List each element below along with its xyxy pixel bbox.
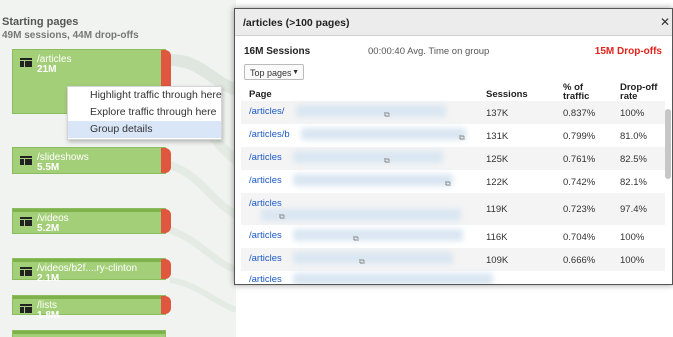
col-dropoff: Drop-off rate — [620, 82, 658, 102]
menu-highlight-traffic[interactable]: Highlight traffic through here — [68, 87, 222, 104]
select-value: Top pages — [250, 68, 292, 78]
table-row[interactable]: /articles ⧉ 125K 0.761% 82.5% — [241, 147, 665, 170]
node-videos-clinton[interactable]: /videos/b2f....ry-clinton 2.1M — [12, 258, 171, 284]
table-row[interactable]: /articles ⧉ 116K 0.704% 100% — [241, 225, 665, 248]
table-row[interactable]: /articles ⧉ 109K 0.666% 100% — [241, 248, 665, 271]
external-link-icon[interactable]: ⧉ — [359, 257, 365, 267]
group-details-dialog: /articles (>100 pages) ✕ 16M Sessions 00… — [234, 8, 673, 285]
node-count: 21M — [37, 64, 57, 75]
page-link[interactable]: /articles — [249, 274, 282, 284]
table-row[interactable]: /articles ⧉ 119K 0.723% 97.4% — [241, 193, 665, 225]
col-traffic: % of traffic — [563, 82, 590, 102]
chevron-down-icon: ▼ — [292, 69, 299, 76]
page-group-icon — [20, 58, 32, 67]
col-page: Page — [249, 89, 272, 100]
page-link[interactable]: /articles — [249, 198, 282, 209]
node-count: 2.1M — [37, 273, 60, 284]
dialog-header: /articles (>100 pages) ✕ — [235, 9, 672, 36]
table-row[interactable]: /articles/ ⧉ 137K 0.837% 100% — [241, 101, 665, 124]
page-group-icon — [20, 304, 32, 313]
node-videos[interactable]: /videos 5.2M — [12, 208, 171, 234]
external-link-icon[interactable]: ⧉ — [384, 156, 390, 166]
external-link-icon[interactable]: ⧉ — [279, 212, 285, 222]
col-sessions: Sessions — [486, 89, 528, 100]
page-group-icon — [20, 156, 32, 165]
dialog-title: /articles (>100 pages) — [243, 17, 350, 29]
page-link[interactable]: /articles — [249, 230, 282, 241]
node-partial[interactable] — [12, 330, 166, 337]
page-link[interactable]: /articles — [249, 175, 282, 186]
table-row[interactable]: /articles/b ⧉ 131K 0.799% 81.0% — [241, 124, 665, 147]
menu-group-details[interactable]: Group details — [68, 121, 221, 138]
node-count: 1.8M — [37, 310, 60, 321]
external-link-icon[interactable]: ⧉ — [384, 110, 390, 120]
menu-explore-traffic[interactable]: Explore traffic through here — [68, 104, 221, 121]
close-icon[interactable]: ✕ — [660, 15, 670, 29]
page-link[interactable]: /articles — [249, 152, 282, 163]
node-count: 5.2M — [37, 223, 60, 234]
node-lists[interactable]: /lists 1.8M — [12, 295, 171, 321]
dropoff-bar — [161, 209, 171, 233]
page-group-icon — [20, 267, 32, 276]
dropoff-bar — [161, 259, 171, 279]
table-row[interactable]: /articles — [241, 269, 665, 284]
context-menu: Highlight traffic through here Explore t… — [67, 86, 222, 140]
top-pages-select[interactable]: Top pages ▼ — [244, 64, 304, 80]
page-link[interactable]: /articles/b — [249, 129, 290, 140]
dropoffs-total: 15M Drop-offs — [594, 46, 662, 57]
flow-panel: Starting pages 49M sessions, 44M drop-of… — [0, 0, 236, 337]
page-group-icon — [20, 217, 32, 226]
node-count: 5.5M — [37, 162, 60, 173]
dropoff-bar — [161, 296, 171, 314]
node-slideshows[interactable]: /slideshows 5.5M — [12, 147, 171, 174]
external-link-icon[interactable]: ⧉ — [459, 133, 465, 143]
sessions-total: 16M Sessions — [244, 46, 311, 57]
page-link[interactable]: /articles — [249, 253, 282, 264]
page-link[interactable]: /articles/ — [249, 106, 284, 117]
avg-time: 00:00:40 Avg. Time on group — [368, 46, 490, 57]
table-row[interactable]: /articles ⧉ 122K 0.742% 82.1% — [241, 170, 665, 193]
external-link-icon[interactable]: ⧉ — [353, 234, 359, 244]
external-link-icon[interactable]: ⧉ — [445, 179, 451, 189]
dropoff-bar — [161, 148, 171, 173]
scrollbar[interactable] — [665, 109, 671, 179]
